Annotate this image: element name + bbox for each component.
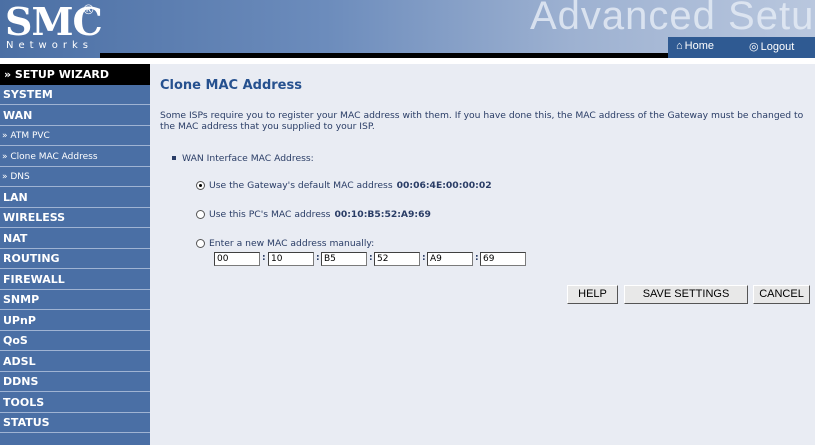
sidebar-item-status[interactable]: STATUS <box>0 413 150 433</box>
sidebar-item-adsl[interactable]: ADSL <box>0 352 150 372</box>
sidebar-item-clone-mac-address[interactable]: » Clone MAC Address <box>0 147 150 167</box>
save-settings-button[interactable]: SAVE SETTINGS <box>624 285 748 304</box>
home-link[interactable]: ⌂ Home <box>676 40 714 52</box>
top-nav: ⌂ Home ◎ Logout <box>668 37 815 58</box>
home-label: Home <box>684 40 714 52</box>
page-title: Clone MAC Address <box>160 78 302 93</box>
sidebar: » SETUP WIZARD SYSTEM WAN» ATM PVC» Clone… <box>0 64 150 445</box>
registered-mark: ® <box>82 3 95 18</box>
logout-link[interactable]: ◎ Logout <box>749 40 794 53</box>
sidebar-item-tools[interactable]: TOOLS <box>0 393 150 413</box>
sidebar-item-snmp[interactable]: SNMP <box>0 290 150 310</box>
sidebar-item-upnp[interactable]: UPnP <box>0 311 150 331</box>
option-default-mac[interactable]: Use the Gateway's default MAC address 00… <box>196 180 492 191</box>
mac-octet-4-input[interactable]: 52 <box>374 252 420 266</box>
section-label: WAN Interface MAC Address: <box>172 153 314 164</box>
sidebar-item-qos[interactable]: QoS <box>0 331 150 351</box>
radio-pc-mac[interactable] <box>196 210 205 219</box>
logout-icon: ◎ <box>749 41 759 53</box>
sidebar-item-wan[interactable]: WAN <box>0 106 150 126</box>
option-pc-label: Use this PC's MAC address <box>209 209 331 220</box>
mac-octet-2-input[interactable]: 10 <box>268 252 314 266</box>
sidebar-item-atm-pvc[interactable]: » ATM PVC <box>0 126 150 146</box>
mac-separator: : <box>422 253 426 263</box>
mac-octet-3-input[interactable]: B5 <box>321 252 367 266</box>
mac-octet-1-input[interactable]: 00 <box>214 252 260 266</box>
sidebar-item-setup-wizard[interactable]: » SETUP WIZARD <box>0 64 150 85</box>
section-label-text: WAN Interface MAC Address: <box>182 153 314 164</box>
sidebar-item-dns[interactable]: » DNS <box>0 167 150 187</box>
sidebar-item-routing[interactable]: ROUTING <box>0 249 150 269</box>
sidebar-item-firewall[interactable]: FIREWALL <box>0 270 150 290</box>
mac-separator: : <box>316 253 320 263</box>
banner-title: Advanced Setup <box>530 0 815 38</box>
home-icon: ⌂ <box>676 40 683 52</box>
sidebar-item-system[interactable]: SYSTEM <box>0 85 150 105</box>
mac-separator: : <box>369 253 373 263</box>
sidebar-item-nat[interactable]: NAT <box>0 229 150 249</box>
header-banner: SMC ® Networks Advanced Setup ⌂ Home ◎ Log… <box>0 0 815 58</box>
mac-octet-5-input[interactable]: A9 <box>427 252 473 266</box>
page-description: Some ISPs require you to register your M… <box>160 110 804 132</box>
radio-default-mac[interactable] <box>196 181 205 190</box>
sidebar-item-ddns[interactable]: DDNS <box>0 372 150 392</box>
sidebar-item-wireless[interactable]: WIRELESS <box>0 208 150 228</box>
logout-label: Logout <box>760 41 795 53</box>
logo-subtitle: Networks <box>6 40 93 51</box>
mac-separator: : <box>475 253 479 263</box>
option-pc-mac[interactable]: Use this PC's MAC address 00:10:B5:52:A9… <box>196 209 431 220</box>
option-manual-label: Enter a new MAC address manually: <box>209 238 375 249</box>
sidebar-item-lan[interactable]: LAN <box>0 188 150 208</box>
mac-separator: : <box>262 253 266 263</box>
header-divider <box>100 53 668 58</box>
radio-manual-mac[interactable] <box>196 239 205 248</box>
option-manual-mac[interactable]: Enter a new MAC address manually: <box>196 238 374 249</box>
bullet-icon <box>172 155 176 160</box>
cancel-button[interactable]: CANCEL <box>753 285 810 304</box>
help-button[interactable]: HELP <box>567 285 618 304</box>
pc-mac-value: 00:10:B5:52:A9:69 <box>334 209 431 220</box>
default-mac-value: 00:06:4E:00:00:02 <box>396 180 492 191</box>
mac-octet-6-input[interactable]: 69 <box>480 252 526 266</box>
option-default-label: Use the Gateway's default MAC address <box>209 180 393 191</box>
